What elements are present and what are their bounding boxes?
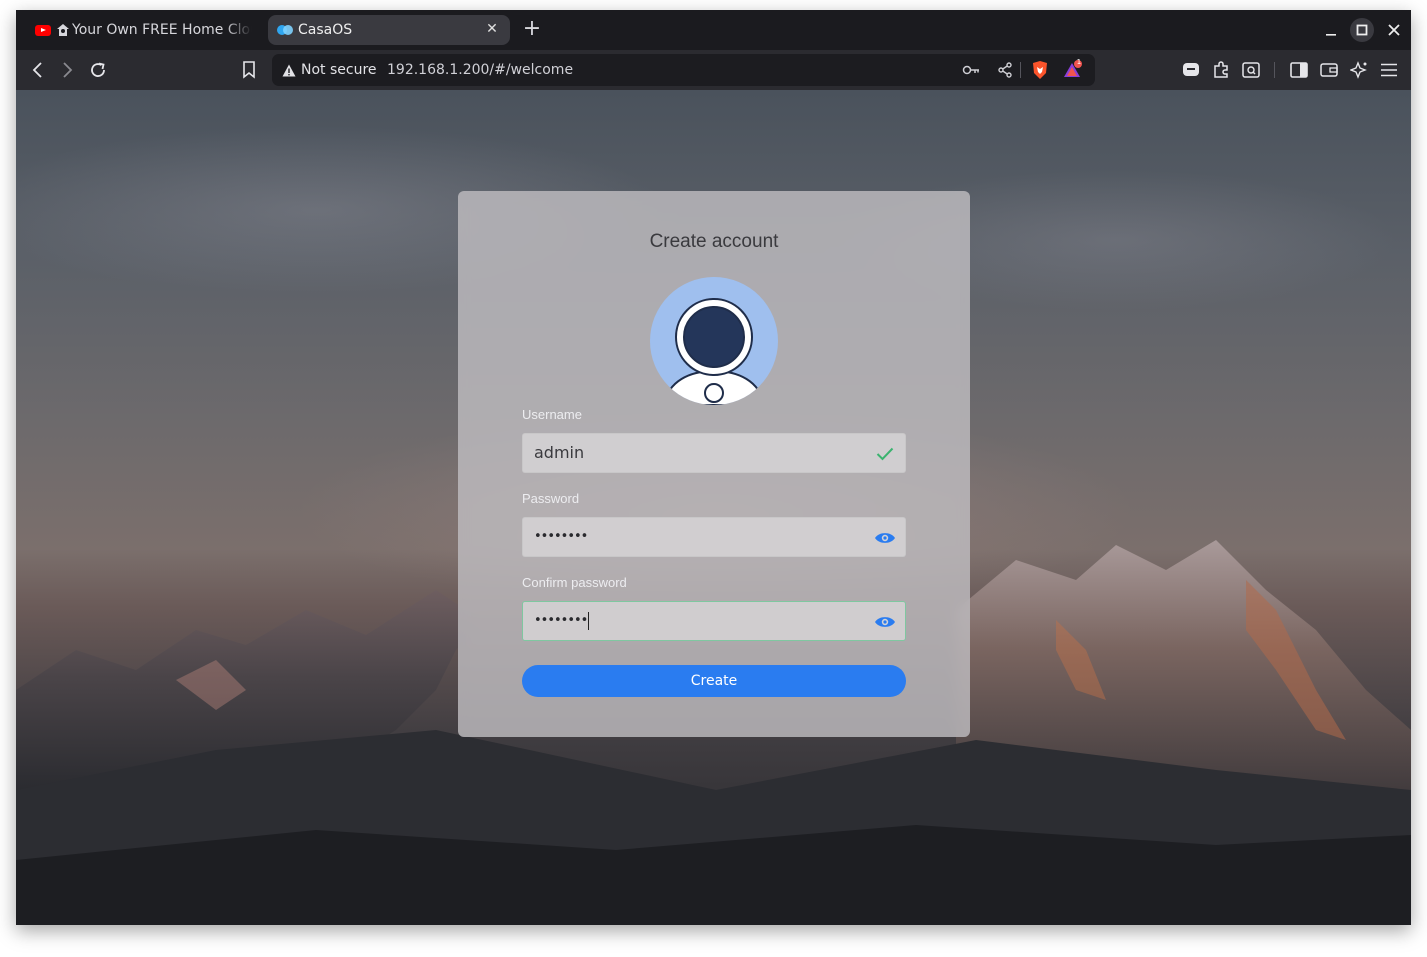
extensions-icon[interactable] (1209, 58, 1233, 82)
password-value: •••••••• (534, 529, 588, 544)
confirm-password-field[interactable]: •••••••• (522, 601, 906, 641)
toolbar-separator (1274, 62, 1275, 78)
wallet-icon[interactable] (1317, 58, 1341, 82)
leo-ai-icon[interactable] (1347, 58, 1371, 82)
screenshot-search-icon[interactable] (1239, 58, 1263, 82)
casaos-icon (276, 21, 294, 39)
url-separator (1020, 62, 1021, 78)
show-confirm-password-eye-icon[interactable] (874, 611, 896, 633)
username-value: admin (534, 443, 585, 462)
warning-icon (282, 64, 296, 76)
address-bar[interactable]: Not secure 192.168.1.200/#/welcome 1 (272, 54, 1095, 86)
home-cloud-icon (56, 21, 70, 39)
brave-rewards-icon[interactable]: 1 (1063, 58, 1083, 80)
maximize-icon[interactable] (1350, 18, 1374, 42)
close-tab-icon[interactable]: ✕ (484, 21, 500, 37)
tab-strip: Your Own FREE Home Cloud CasaOS ✕ + (16, 10, 1411, 50)
create-account-card: Create account Username admin Password •… (458, 191, 970, 737)
show-password-eye-icon[interactable] (874, 527, 896, 549)
tab-label: CasaOS (298, 22, 353, 38)
youtube-icon (34, 21, 52, 39)
username-field[interactable]: admin (522, 433, 906, 473)
url-text[interactable]: 192.168.1.200/#/welcome (387, 54, 573, 86)
bookmark-icon[interactable] (237, 58, 261, 82)
page-content: Create account Username admin Password •… (16, 90, 1411, 925)
checkmark-icon (874, 443, 896, 465)
username-label: Username (522, 407, 582, 422)
tab-youtube[interactable]: Your Own FREE Home Cloud (26, 15, 262, 45)
confirm-password-value: •••••••• (534, 611, 590, 630)
astronaut-avatar-icon (650, 277, 778, 405)
minimize-icon[interactable] (1319, 18, 1343, 42)
browser-window: Your Own FREE Home Cloud CasaOS ✕ + Not … (16, 10, 1411, 925)
page-title: Create account (649, 231, 779, 252)
key-icon[interactable] (961, 60, 981, 80)
chat-extension-icon[interactable] (1179, 58, 1203, 82)
share-icon[interactable] (995, 60, 1015, 80)
create-button[interactable]: Create (522, 665, 906, 697)
brave-shield-icon[interactable] (1030, 60, 1050, 80)
close-window-icon[interactable] (1382, 18, 1406, 42)
sidebar-icon[interactable] (1287, 58, 1311, 82)
new-tab-button[interactable]: + (522, 18, 542, 42)
forward-icon[interactable] (55, 58, 79, 82)
tab-casaos[interactable]: CasaOS ✕ (268, 15, 510, 45)
confirm-password-label: Confirm password (522, 575, 627, 590)
security-indicator[interactable]: Not secure (282, 54, 377, 86)
rewards-badge: 1 (1076, 58, 1082, 66)
password-field[interactable]: •••••••• (522, 517, 906, 557)
menu-icon[interactable] (1377, 58, 1401, 82)
reload-icon[interactable] (86, 58, 110, 82)
password-label: Password (522, 491, 580, 506)
security-label: Not secure (301, 62, 377, 78)
browser-toolbar: Not secure 192.168.1.200/#/welcome 1 (16, 50, 1411, 90)
tab-label: Your Own FREE Home Cloud (72, 22, 252, 38)
back-icon[interactable] (26, 58, 50, 82)
